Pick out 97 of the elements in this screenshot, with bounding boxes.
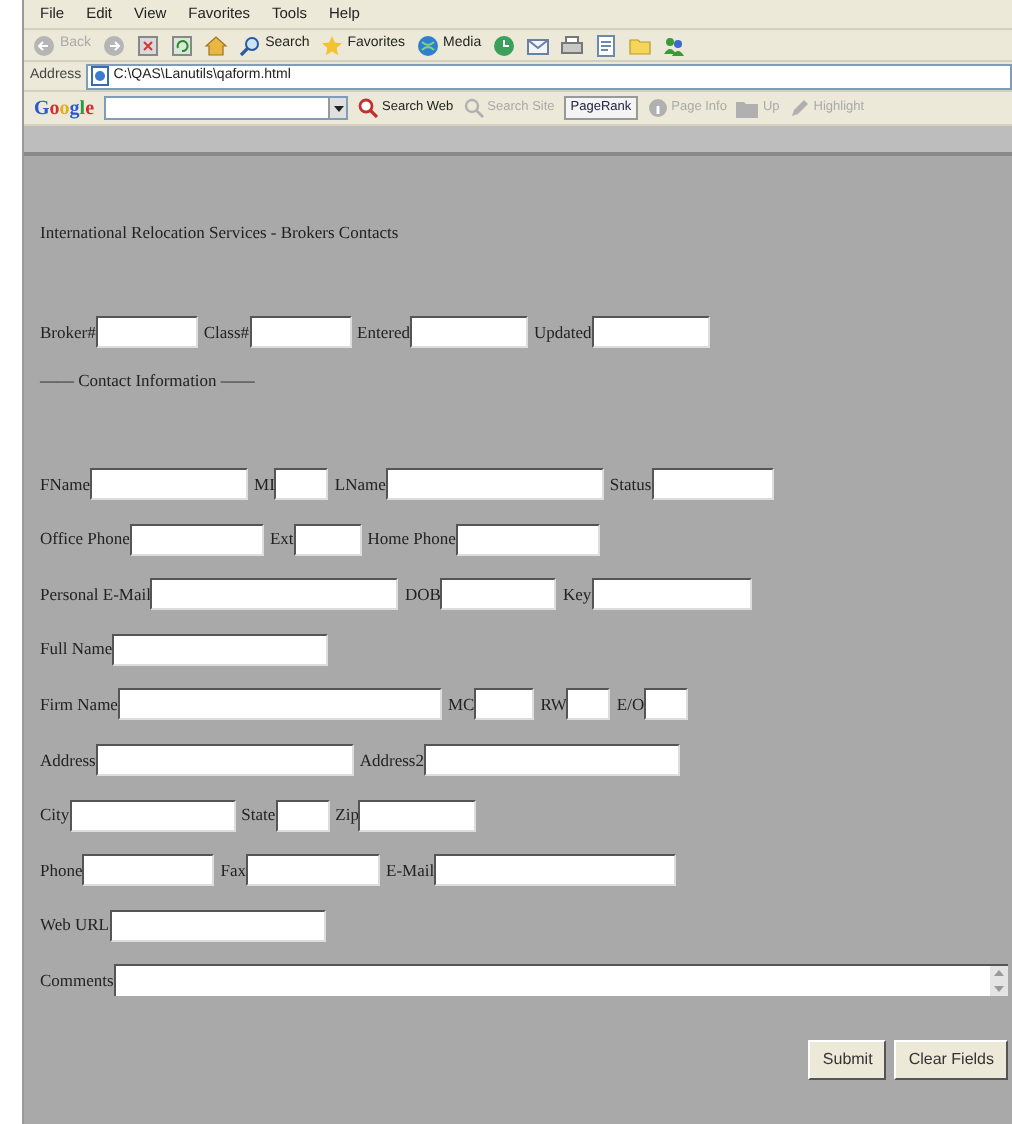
text-field[interactable] <box>69 799 236 832</box>
toolbar-button[interactable] <box>525 33 550 57</box>
field-label: Entered <box>357 319 410 345</box>
page-icon <box>89 66 110 86</box>
home-icon <box>203 33 228 57</box>
field-label: Personal E-Mail <box>40 581 151 608</box>
text-field[interactable] <box>423 743 680 776</box>
text-field[interactable] <box>274 468 329 500</box>
text-field[interactable] <box>385 468 604 500</box>
toolbar-button[interactable] <box>491 33 516 57</box>
field-label: Office Phone <box>40 526 130 552</box>
toolbar-button[interactable] <box>661 33 686 57</box>
search-icon <box>463 98 484 118</box>
up-arrow-icon <box>990 966 1008 979</box>
text-field[interactable] <box>434 854 677 887</box>
text-field[interactable] <box>82 854 215 887</box>
field-label: Phone <box>40 857 83 884</box>
field-label: Zip <box>335 802 359 828</box>
field-label: FName <box>40 471 91 497</box>
toolbar-button[interactable] <box>203 33 228 57</box>
field-label: MC <box>447 692 475 718</box>
field-label: Status <box>609 471 652 497</box>
envelope-icon <box>525 33 550 57</box>
field-label: LName <box>334 471 386 497</box>
text-field[interactable] <box>150 578 399 611</box>
text-field[interactable] <box>474 688 535 721</box>
text-field[interactable] <box>246 854 380 887</box>
text-field[interactable] <box>409 316 528 348</box>
field-label: Home Phone <box>367 526 456 552</box>
toolbar-button[interactable] <box>169 33 194 57</box>
pen-icon <box>789 98 810 118</box>
text-field[interactable] <box>95 743 354 776</box>
forward-icon <box>101 33 126 57</box>
text-field[interactable] <box>112 633 329 666</box>
search-field[interactable] <box>104 96 349 120</box>
text-field[interactable] <box>651 468 774 500</box>
star-icon <box>319 33 344 57</box>
field-label: Firm Name <box>40 692 118 718</box>
toolbar-button[interactable] <box>135 33 160 57</box>
folder-icon <box>736 98 759 118</box>
folder-icon <box>627 33 652 57</box>
form-button[interactable]: Clear Fields <box>894 1040 1008 1081</box>
field-label: E-Mail <box>386 857 435 884</box>
field-label: Class# <box>203 319 250 345</box>
back-icon <box>32 33 56 57</box>
field-label: Address <box>40 747 96 773</box>
dropdown-button[interactable] <box>328 98 347 118</box>
down-arrow-icon <box>990 984 1008 997</box>
text-field[interactable] <box>440 578 557 611</box>
people-icon <box>661 33 686 57</box>
field-label: Fax <box>220 857 246 884</box>
field-label: RW <box>540 692 567 718</box>
text-field[interactable] <box>117 688 442 721</box>
section-heading: —— Contact Information —— <box>40 368 257 392</box>
search-icon <box>237 33 262 57</box>
text-field[interactable] <box>566 688 611 721</box>
text-field[interactable] <box>95 316 198 348</box>
field-label: Ext <box>269 526 294 552</box>
field-label: E/O <box>616 692 645 718</box>
field-label: Web URL <box>40 912 109 939</box>
text-field[interactable] <box>129 523 264 556</box>
info-icon <box>647 98 668 118</box>
text-field[interactable] <box>109 909 325 942</box>
text-field[interactable] <box>591 578 752 611</box>
field-label: Key <box>562 581 592 608</box>
field-label: MI <box>254 471 275 497</box>
field-label: Comments <box>40 967 114 994</box>
field-label: DOB <box>404 581 441 608</box>
text-field[interactable] <box>358 799 477 832</box>
refresh-icon <box>169 33 194 57</box>
stop-icon <box>135 33 160 57</box>
text-field[interactable] <box>293 523 362 556</box>
google-logo[interactable]: Google <box>34 93 95 123</box>
field-label: Broker# <box>40 319 96 345</box>
field-label: Full Name <box>40 636 113 663</box>
toolbar-button[interactable] <box>559 33 584 57</box>
comments-field[interactable] <box>113 964 1008 997</box>
field-label: Address2 <box>359 747 424 773</box>
form-button[interactable]: Submit <box>808 1040 887 1081</box>
scrollbar[interactable] <box>990 966 1008 997</box>
text-field[interactable] <box>455 523 600 556</box>
text-field[interactable] <box>644 688 689 721</box>
globe-icon <box>415 33 440 57</box>
document-icon <box>593 33 618 57</box>
caret-icon <box>333 105 344 111</box>
text-field[interactable] <box>249 316 352 348</box>
field-label: City <box>40 802 70 828</box>
text-field[interactable] <box>591 316 710 348</box>
field-label: State <box>241 802 276 828</box>
toolbar-button[interactable] <box>593 33 618 57</box>
search-icon <box>358 98 379 118</box>
page-title: International Relocation Services - Brokers Contacts <box>40 220 401 244</box>
printer-icon <box>559 33 584 57</box>
text-field[interactable] <box>90 468 249 500</box>
clock-icon <box>491 33 516 57</box>
text-field[interactable] <box>275 799 330 832</box>
field-label: Updated <box>533 319 592 345</box>
